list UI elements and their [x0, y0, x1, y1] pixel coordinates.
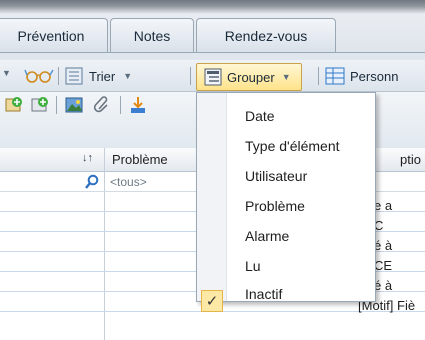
- paperclip-icon: [93, 96, 108, 113]
- glasses-icon: [24, 69, 54, 83]
- sort-label: Trier: [89, 68, 116, 84]
- menu-item-label: Inactif: [245, 286, 283, 302]
- menu-item-probleme[interactable]: Problème: [197, 191, 375, 221]
- tab-bar: Prévention Notes Rendez-vous: [0, 0, 425, 60]
- menu-item-label: Alarme: [245, 228, 290, 244]
- group-by-menu: Date Type d'élément Utilisateur Problème…: [196, 92, 376, 312]
- group-icon: [204, 68, 222, 86]
- menu-item-utilisateur[interactable]: Utilisateur: [197, 161, 375, 191]
- left-dropdown-button[interactable]: ▼: [2, 68, 11, 78]
- filter-value[interactable]: <tous>: [110, 175, 147, 189]
- tab-notes[interactable]: Notes: [110, 18, 194, 52]
- attachment-button[interactable]: [92, 95, 112, 115]
- group-button[interactable]: Grouper ▼: [196, 63, 302, 91]
- toolbar: ▼ Trier ▼ Grouper ▼ Personn: [0, 60, 425, 92]
- personalize-button[interactable]: Personn: [324, 66, 398, 86]
- sort-icon: [65, 67, 83, 85]
- sort-indicator[interactable]: ↓↑: [82, 152, 93, 164]
- add-green-icon: [31, 97, 48, 112]
- chevron-down-icon: ▼: [281, 72, 291, 82]
- cell-description: CE: [374, 258, 393, 273]
- tab-label: Notes: [133, 27, 171, 44]
- tab-prevention[interactable]: Prévention: [0, 18, 108, 52]
- image-button[interactable]: [64, 95, 84, 115]
- tab-label: Rendez-vous: [224, 27, 308, 44]
- add-subitem-button[interactable]: [30, 95, 50, 115]
- view-glasses-button[interactable]: [24, 66, 54, 84]
- search-icon[interactable]: [84, 174, 100, 190]
- menu-item-label: Problème: [245, 198, 305, 214]
- sort-button[interactable]: Trier ▼: [64, 66, 132, 86]
- chevron-down-icon: ▼: [123, 71, 133, 81]
- toolbar-separator: [58, 67, 59, 85]
- image-icon: [65, 97, 83, 113]
- menu-item-inactif[interactable]: ✓ Inactif: [197, 271, 375, 312]
- menu-item-alarme[interactable]: Alarme: [197, 221, 375, 251]
- group-label: Grouper: [227, 69, 275, 85]
- menu-item-type-element[interactable]: Type d'élément: [197, 131, 375, 161]
- toolbar-separator: [120, 96, 121, 114]
- cell-description: e a: [374, 198, 393, 213]
- table-icon: [325, 67, 345, 85]
- check-glyph: ✓: [205, 293, 219, 310]
- tab-rendez-vous[interactable]: Rendez-vous: [196, 18, 336, 52]
- menu-item-date[interactable]: Date: [197, 101, 375, 131]
- column-header-probleme[interactable]: Problème: [112, 152, 168, 167]
- import-button[interactable]: [128, 95, 148, 115]
- add-green-icon: [5, 97, 22, 112]
- toolbar-separator: [190, 67, 191, 85]
- toolbar-separator: [318, 67, 319, 85]
- add-item-button[interactable]: [4, 95, 24, 115]
- tab-label: Prévention: [17, 27, 85, 44]
- tab-underline: [0, 52, 425, 60]
- menu-item-label: Date: [245, 108, 275, 124]
- menu-item-label: Utilisateur: [245, 168, 308, 184]
- chevron-down-icon: ▼: [2, 68, 11, 78]
- column-header-description[interactable]: ptio: [400, 152, 421, 167]
- download-icon: [131, 97, 145, 113]
- checkmark-icon: ✓: [201, 290, 223, 312]
- toolbar-separator: [56, 96, 57, 114]
- menu-item-label: Type d'élément: [245, 138, 340, 154]
- cell-description: é à: [374, 238, 393, 253]
- cell-description: é à: [374, 278, 393, 293]
- personalize-label: Personn: [350, 68, 399, 84]
